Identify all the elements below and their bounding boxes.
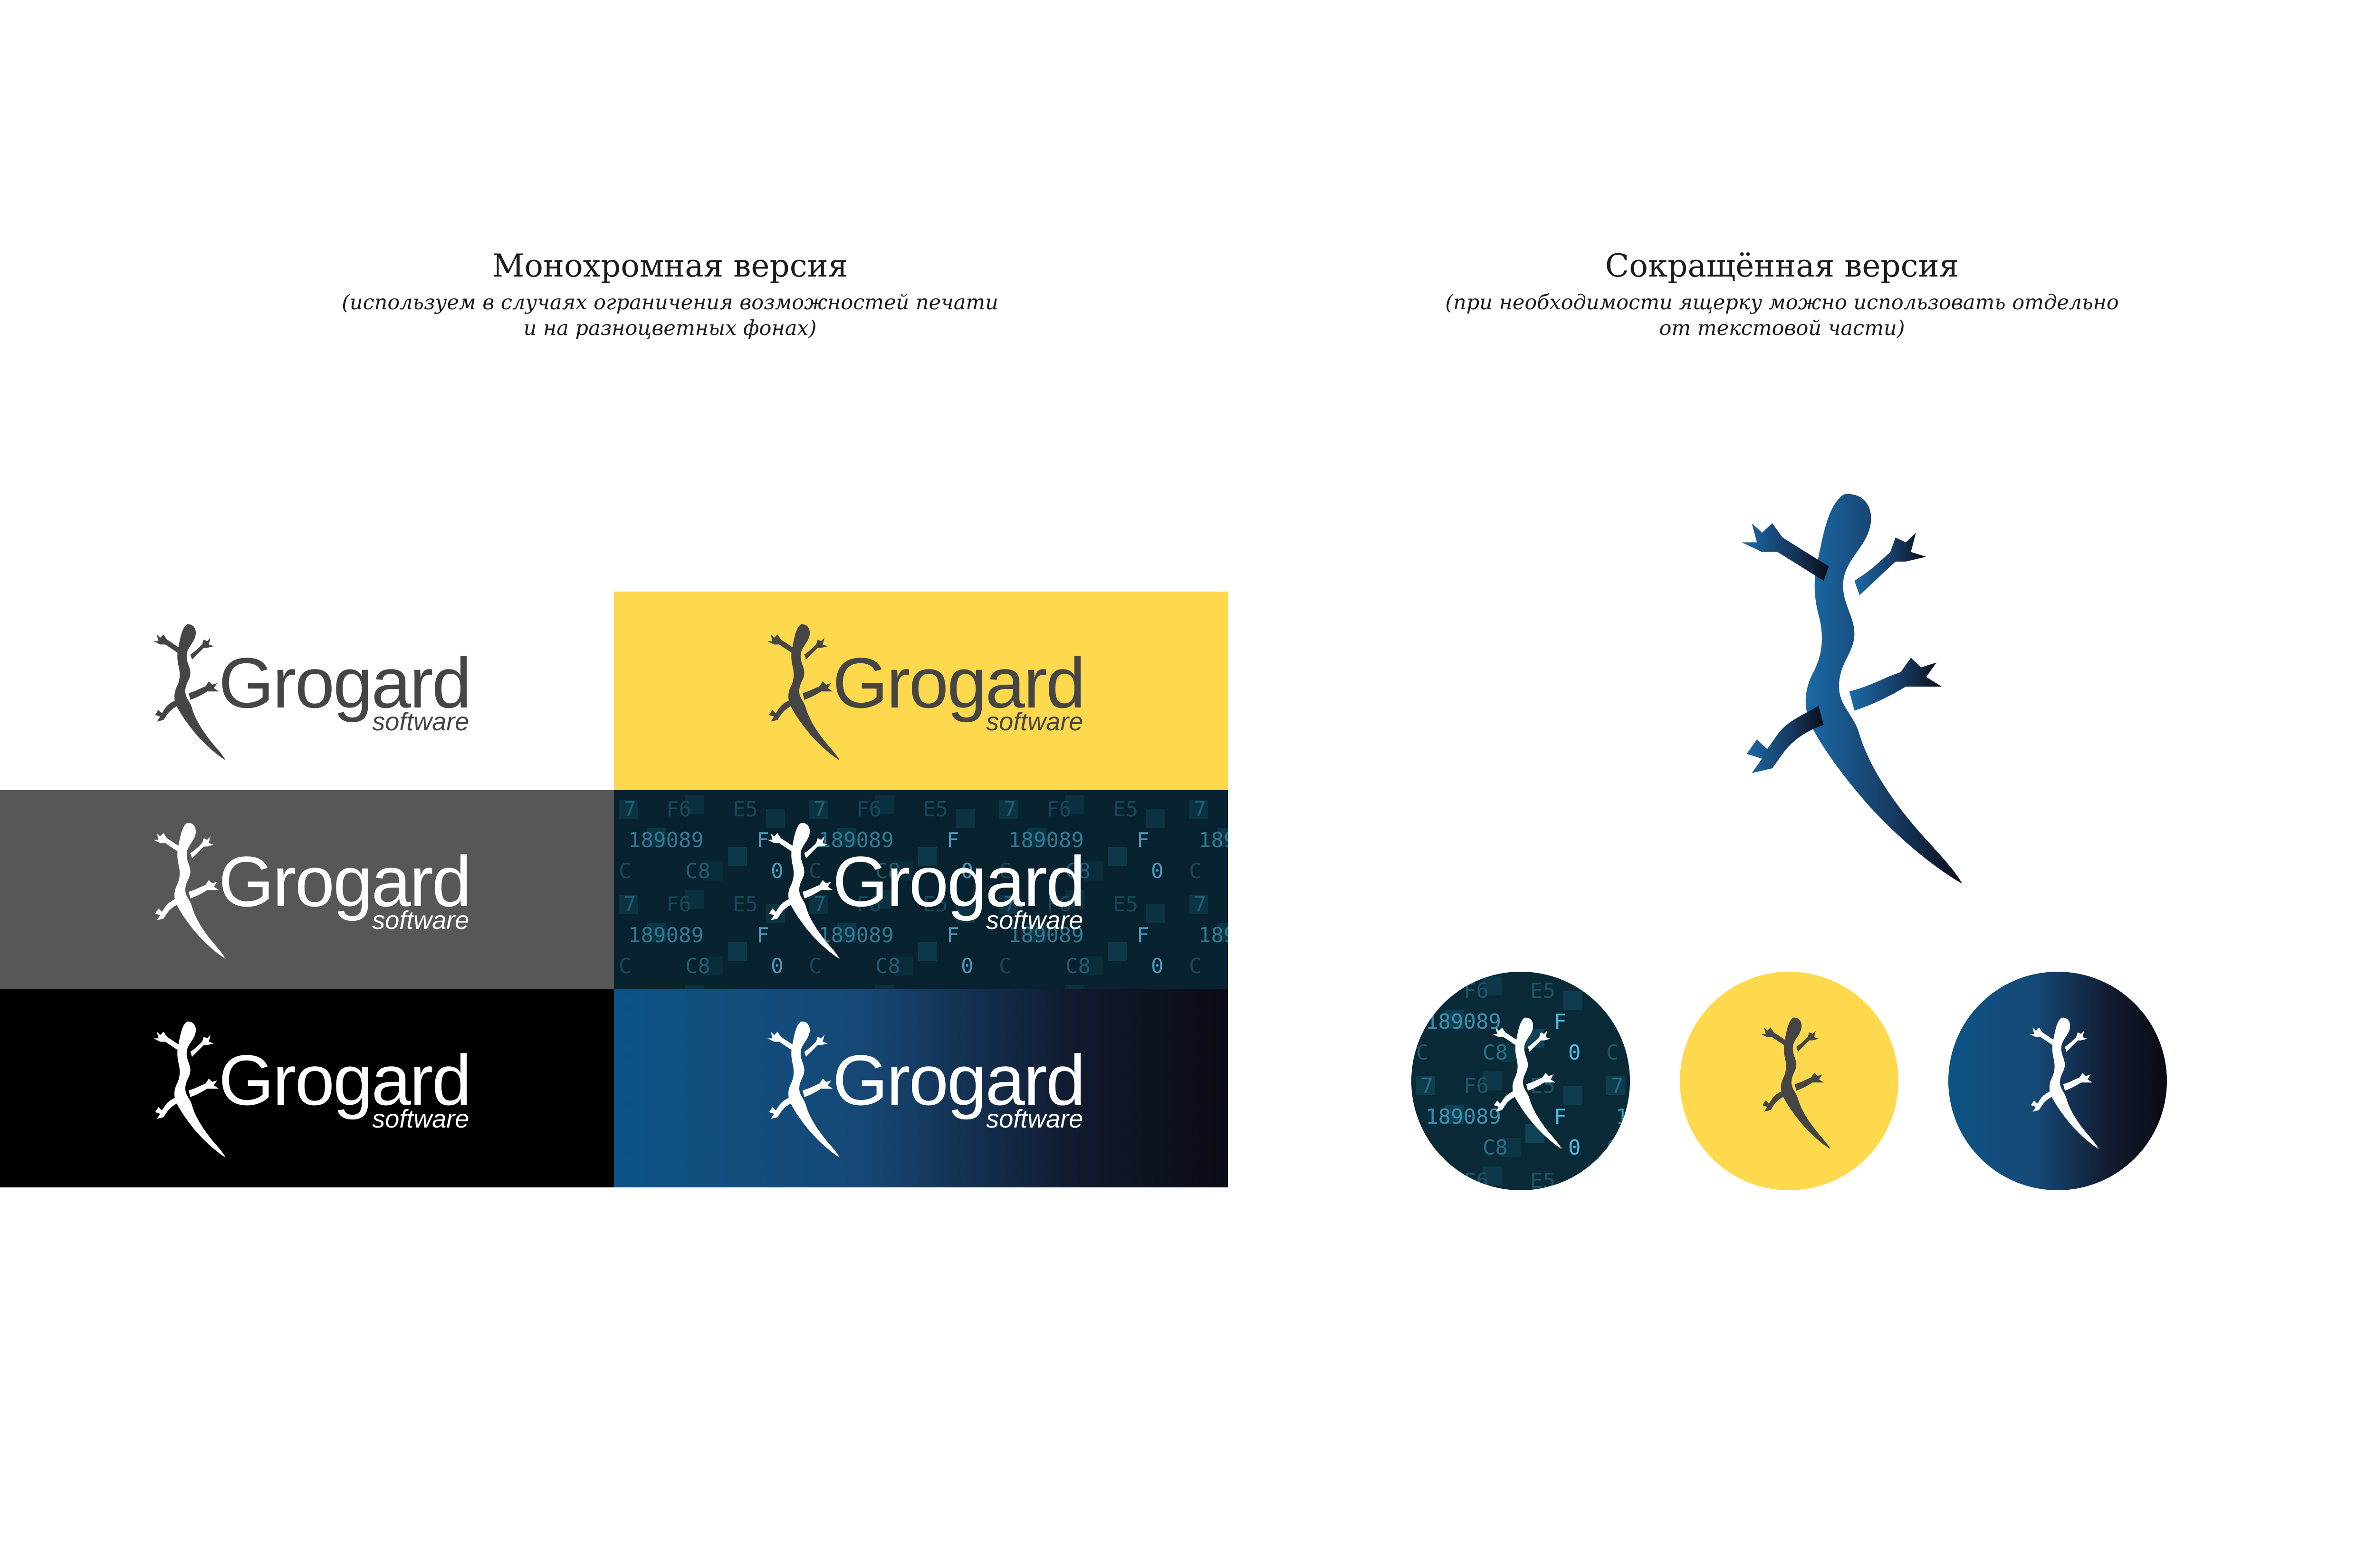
grogard-logo: Grogard software <box>761 820 1094 962</box>
short-section-heading: Сокращённая версия (при необходимости ящ… <box>1402 247 2162 341</box>
grogard-logo: Grogard software <box>761 1018 1094 1161</box>
gecko-icon <box>2020 1014 2100 1152</box>
gecko-icon <box>757 1018 842 1161</box>
monochrome-note-line1: (используем в случаях ограничения возмож… <box>342 291 998 315</box>
logo-panel-digital: Grogard software <box>614 790 1228 989</box>
gecko-icon <box>143 1018 228 1161</box>
gecko-icon <box>1483 1014 1563 1152</box>
grogard-logo: Grogard software <box>761 621 1094 764</box>
gecko-icon <box>143 820 228 962</box>
gecko-icon <box>757 820 842 962</box>
monochrome-title: Монохромная версия <box>492 248 848 284</box>
logo-panel-gradient: Grogard software <box>614 989 1228 1187</box>
monochrome-section-heading: Монохромная версия (используем в случаях… <box>290 247 1050 341</box>
logo-panel-black: Grogard software <box>0 989 614 1187</box>
short-note-line2: от текстовой части) <box>1659 316 1905 340</box>
icon-circle-gradient <box>1948 972 2167 1190</box>
gecko-icon <box>1751 1014 1832 1152</box>
logo-panel-grey: Grogard software <box>0 790 614 989</box>
gecko-icon <box>1711 485 1967 893</box>
grogard-logo: Grogard software <box>147 1018 480 1161</box>
logo-panel-yellow: Grogard software <box>614 592 1228 790</box>
short-note-line1: (при необходимости ящерку можно использо… <box>1445 291 2119 315</box>
grogard-logo: Grogard software <box>147 621 480 764</box>
gecko-icon <box>757 621 842 764</box>
icon-circle-digital <box>1411 972 1630 1190</box>
gecko-icon <box>143 621 228 764</box>
icon-circle-yellow <box>1680 972 1898 1190</box>
short-title: Сокращённая версия <box>1605 248 1959 284</box>
logo-panel-white: Grogard software <box>0 592 614 790</box>
grogard-logo: Grogard software <box>147 820 480 962</box>
monochrome-note-line2: и на разноцветных фонах) <box>523 316 817 340</box>
